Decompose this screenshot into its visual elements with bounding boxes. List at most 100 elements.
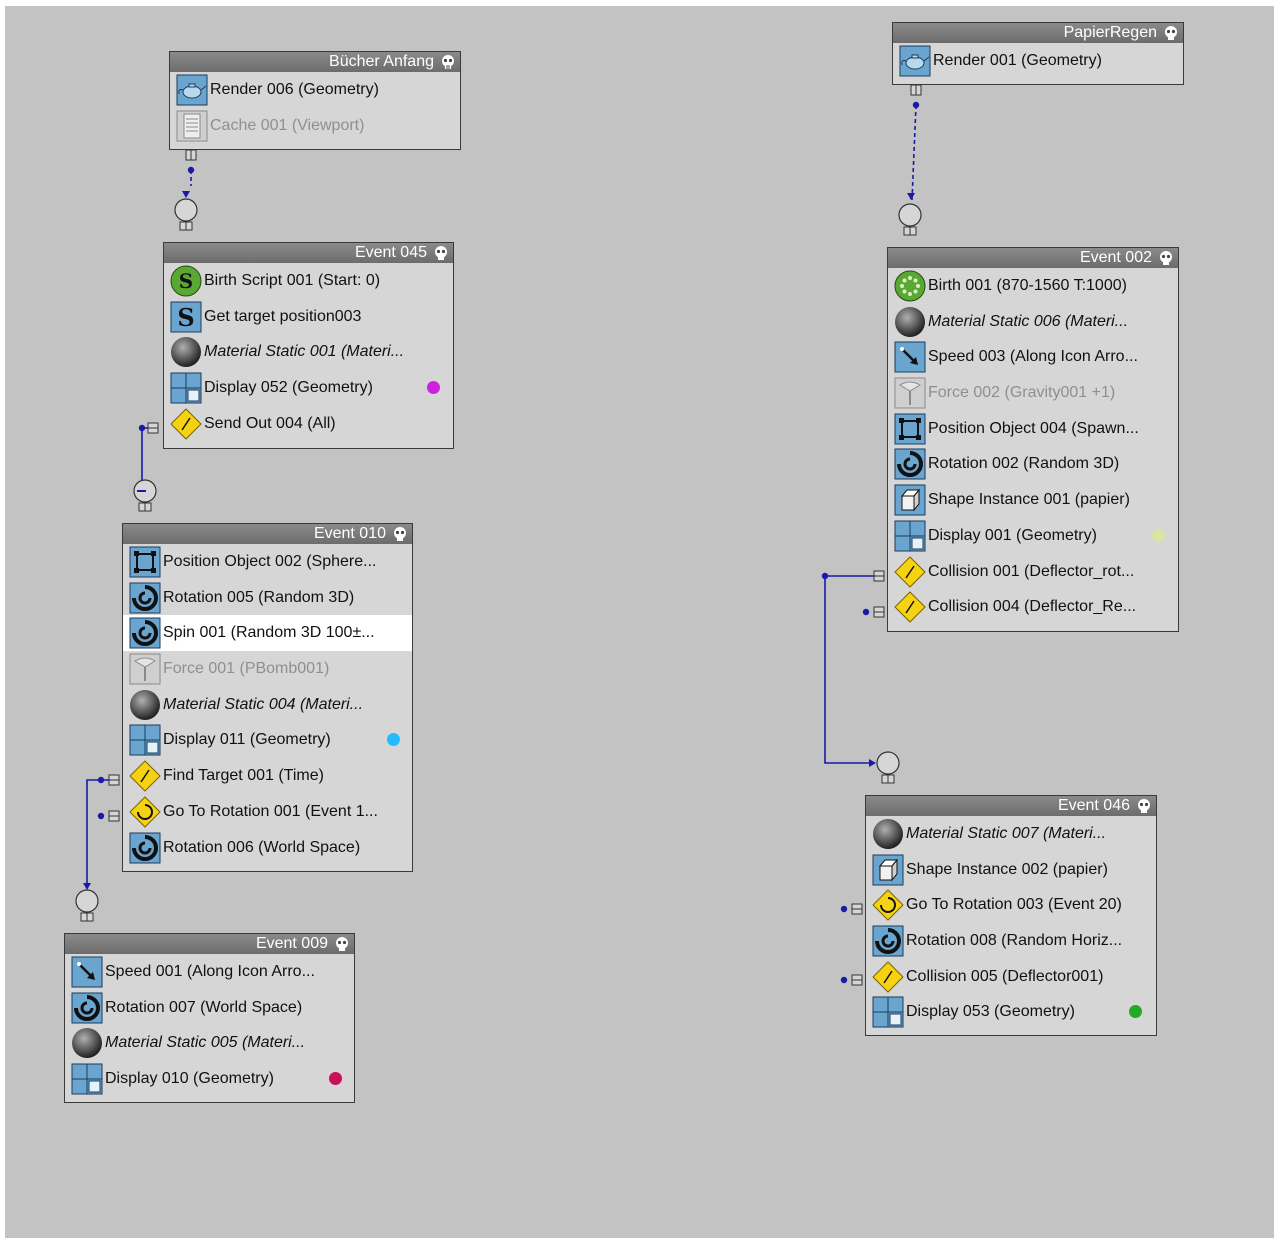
display-color-swatch[interactable] [1152,528,1165,542]
operator-material-static[interactable]: Material Static 004 (Materi... [123,687,412,723]
operator-label: Rotation 007 (World Space) [105,998,303,1016]
skull-icon[interactable] [440,54,456,70]
skull-icon[interactable] [1158,250,1174,266]
display-color-swatch[interactable] [1129,1005,1142,1019]
operator-render[interactable]: Render 006 (Geometry) [170,72,460,108]
operator-label: Rotation 002 (Random 3D) [928,455,1120,473]
operator-label: Speed 001 (Along Icon Arro... [105,963,315,980]
operator-shape-instance[interactable]: Shape Instance 002 (papier) [866,852,1156,888]
node-header[interactable]: Event 010 [123,524,412,544]
operator-collision[interactable]: Collision 004 (Deflector_Re... [888,589,1178,625]
operator-label: Birth 001 (870-1560 T:1000) [928,277,1127,294]
skull-icon[interactable] [433,245,449,261]
operator-display[interactable]: Display 010 (Geometry) [65,1061,354,1097]
operator-material-static[interactable]: Material Static 001 (Materi... [164,334,453,370]
rotation-icon [129,582,161,614]
operator-force[interactable]: Force 002 (Gravity001 +1) [888,375,1178,411]
render-teapot-icon [176,74,208,106]
operator-label: Display 001 (Geometry) [928,526,1097,544]
input-port-event046 [876,751,900,775]
node-header[interactable]: Event 002 [888,248,1178,268]
wire-dot [840,905,848,913]
operator-cache[interactable]: Cache 001 (Viewport) [170,108,460,144]
node-header[interactable]: Event 046 [866,796,1156,816]
display-color-swatch[interactable] [387,733,400,747]
wire-arrow [182,191,190,198]
render-teapot-icon [899,45,931,77]
node-papierregen[interactable]: PapierRegen Render 001 (Geometry) [892,22,1184,85]
operator-label: Display 010 (Geometry) [105,1070,274,1088]
skull-icon[interactable] [392,526,408,542]
operator-birth-script[interactable]: S Birth Script 001 (Start: 0) [164,263,453,299]
material-sphere-icon [895,306,925,337]
operator-label: Go To Rotation 003 (Event 20) [906,896,1122,914]
script-icon: S [170,301,202,333]
shape-instance-cube-icon [872,854,904,886]
operator-collision[interactable]: Collision 005 (Deflector001) [866,959,1156,995]
node-title: Event 009 [255,935,328,952]
node-title: Event 002 [1079,249,1152,266]
wire-dot [912,101,920,109]
operator-force[interactable]: Force 001 (PBomb001) [123,651,412,687]
skull-icon[interactable] [1163,25,1179,41]
input-port-event002 [898,203,922,227]
operator-script[interactable]: S Get target position003 [164,299,453,335]
operator-label: Collision 005 (Deflector001) [906,967,1104,985]
operator-display[interactable]: Display 053 (Geometry) [866,994,1156,1030]
node-buecher-anfang[interactable]: Bücher Anfang Render 006 (Geometry) Cach… [169,51,461,150]
wire-papier-to-event002 [911,104,917,201]
display-color-swatch[interactable] [427,381,440,395]
operator-birth[interactable]: Birth 001 (870-1560 T:1000) [888,268,1178,304]
material-sphere-icon [72,1028,102,1059]
input-port-event009 [75,889,99,913]
operator-rotation[interactable]: Rotation 005 (Random 3D) [123,580,412,616]
operator-speed[interactable]: Speed 001 (Along Icon Arro... [65,954,354,990]
operator-display[interactable]: Display 011 (Geometry) [123,722,412,758]
operator-label: Display 011 (Geometry) [163,731,331,749]
operator-spin[interactable]: Spin 001 (Random 3D 100±... [123,615,412,652]
operator-material-static[interactable]: Material Static 005 (Materi... [65,1025,354,1061]
node-title: Event 010 [313,525,386,542]
speed-arrow-icon [894,341,926,373]
operator-display[interactable]: Display 001 (Geometry) [888,518,1178,554]
node-event-046[interactable]: Event 046 Material Static 007 (Materi...… [865,795,1157,1036]
operator-position-object[interactable]: Position Object 002 (Sphere... [123,544,412,580]
skull-icon[interactable] [1136,798,1152,814]
operator-label: Cache 001 (Viewport) [210,116,365,134]
operator-material-static[interactable]: Material Static 007 (Materi... [866,816,1156,852]
display-color-swatch[interactable] [329,1072,342,1086]
speed-arrow-icon [71,956,103,988]
operator-send-out[interactable]: Send Out 004 (All) [164,406,453,442]
operator-find-target[interactable]: Find Target 001 (Time) [123,758,412,794]
operator-rotation[interactable]: Rotation 002 (Random 3D) [888,446,1178,482]
node-header[interactable]: Event 045 [164,243,453,263]
node-event-002[interactable]: Event 002 Birth 001 (870-1560 T:1000) Ma… [887,247,1179,632]
skull-icon[interactable] [334,936,350,952]
node-header[interactable]: PapierRegen [893,23,1183,43]
shape-instance-cube-icon [894,484,926,516]
node-event-045[interactable]: Event 045 S Birth Script 001 (Start: 0) … [163,242,454,449]
node-header[interactable]: Bücher Anfang [170,52,460,72]
wire-collision-to-event046 [824,575,874,764]
operator-position-object[interactable]: Position Object 004 (Spawn... [888,411,1178,447]
operator-label: Force 001 (PBomb001) [163,660,330,678]
operator-speed[interactable]: Speed 003 (Along Icon Arro... [888,339,1178,375]
operator-rotation[interactable]: Rotation 008 (Random Horiz... [866,923,1156,959]
operator-go-to-rotation[interactable]: Go To Rotation 001 (Event 1... [123,794,412,830]
operator-go-to-rotation[interactable]: Go To Rotation 003 (Event 20) [866,887,1156,923]
operator-shape-instance[interactable]: Shape Instance 001 (papier) [888,482,1178,518]
operator-render[interactable]: Render 001 (Geometry) [893,43,1183,79]
operator-rotation[interactable]: Rotation 006 (World Space) [123,830,412,866]
operator-label: Material Static 004 (Materi... [163,695,364,713]
operator-label: Force 002 (Gravity001 +1) [928,384,1116,402]
operator-material-static[interactable]: Material Static 006 (Materi... [888,304,1178,340]
wire-findtarget-to-event009 [86,779,109,884]
operator-collision[interactable]: Collision 001 (Deflector_rot... [888,554,1178,590]
node-event-009[interactable]: Event 009 Speed 001 (Along Icon Arro... … [64,933,355,1103]
node-event-010[interactable]: Event 010 Position Object 002 (Sphere...… [122,523,413,872]
operator-display[interactable]: Display 052 (Geometry) [164,370,453,406]
wire-dot [97,776,105,784]
node-header[interactable]: Event 009 [65,934,354,954]
operator-rotation[interactable]: Rotation 007 (World Space) [65,990,354,1026]
operator-label: Shape Instance 002 (papier) [906,860,1108,878]
